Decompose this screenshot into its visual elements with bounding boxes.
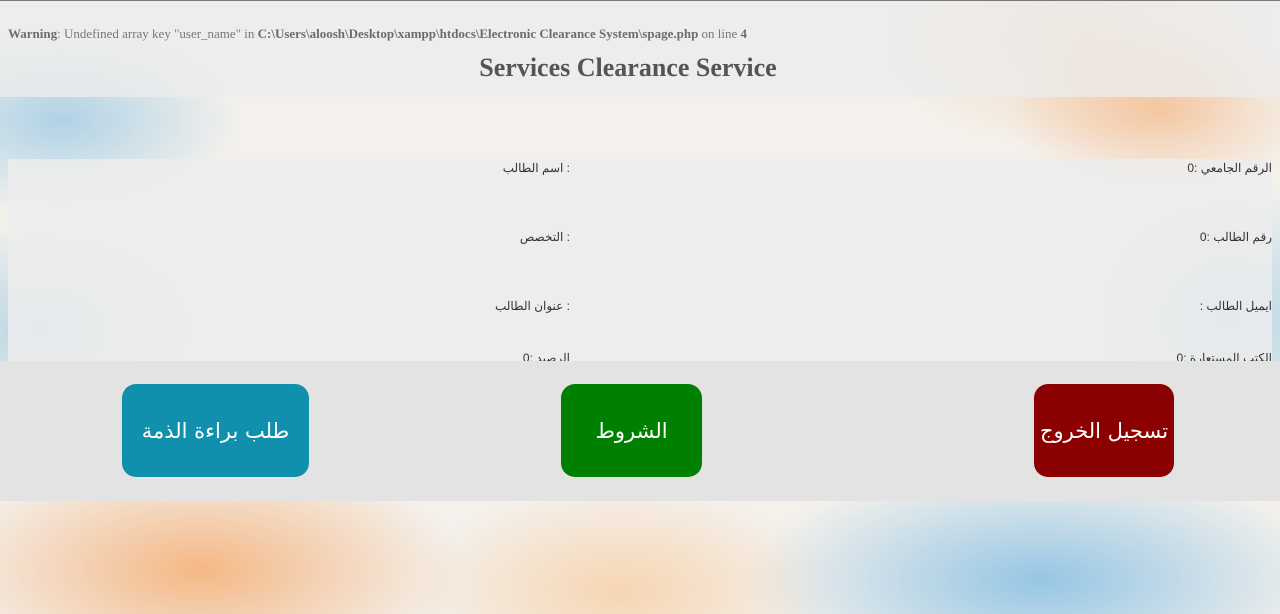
warning-line-number: 4 (740, 26, 748, 41)
warning-label: Warning (8, 26, 58, 41)
action-bar: طلب براءة الذمة الشروط تسجيل الخروج (0, 361, 1280, 501)
logout-button[interactable]: تسجيل الخروج (1034, 384, 1174, 477)
major-field: : التخصص (519, 230, 570, 244)
page-title: Services Clearance Service (479, 53, 777, 82)
terms-button[interactable]: الشروط (561, 384, 702, 477)
student-number-field: رقم الطالب :0 (1199, 230, 1272, 244)
student-address-field: : عنوان الطالب (494, 299, 570, 313)
borrowed-books-field: الكتب المستعارة :0 (1176, 351, 1273, 361)
header: Warning: Undefined array key "user_name"… (0, 1, 1280, 97)
university-id-field: الرقم الجامعي :0 (1187, 161, 1272, 175)
student-email-field: ايميل الطالب : (1199, 299, 1272, 313)
warning-line-text: on line (698, 26, 741, 41)
student-info-panel: الرقم الجامعي :0 : اسم الطالب رقم الطالب… (8, 159, 1272, 361)
balance-field: الرصيد :0 (522, 351, 570, 361)
clearance-request-button[interactable]: طلب براءة الذمة (122, 384, 309, 477)
php-warning: Warning: Undefined array key "user_name"… (8, 26, 747, 42)
warning-message: : Undefined array key "user_name" in (57, 26, 258, 41)
student-name-field: : اسم الطالب (502, 161, 570, 175)
warning-path: C:\Users\aloosh\Desktop\xampp\htdocs\Ele… (257, 26, 699, 41)
